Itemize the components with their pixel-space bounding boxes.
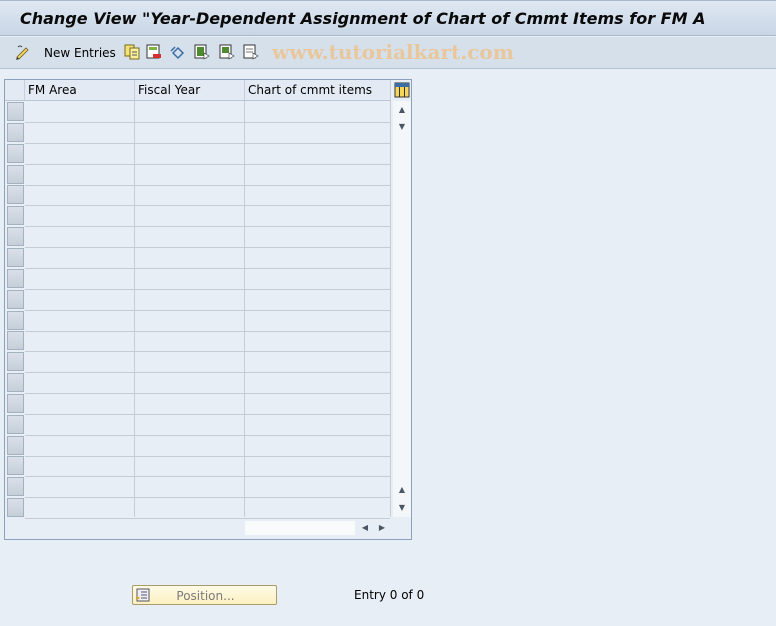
position-button[interactable]: Position... <box>132 585 277 605</box>
undo-change-icon[interactable] <box>170 44 186 60</box>
vertical-scrollbar[interactable]: ▲ ▼ ▲ ▼ <box>393 101 411 517</box>
table-row <box>25 497 390 499</box>
scroll-page-up-button[interactable]: ▲ <box>394 482 410 498</box>
table-row <box>25 184 390 186</box>
row-selector[interactable] <box>7 289 24 309</box>
table-settings-icon[interactable] <box>394 82 410 98</box>
row-selector[interactable] <box>7 122 24 142</box>
column-divider <box>390 101 391 517</box>
table-row <box>25 413 390 415</box>
horizontal-scrollbar[interactable] <box>245 521 355 535</box>
table-row <box>25 372 390 374</box>
table-row <box>25 309 390 311</box>
table-control: FM Area Fiscal Year Chart of cmmt items … <box>4 79 412 540</box>
row-selector[interactable] <box>7 227 24 247</box>
application-toolbar: New Entries www.tutorialkart.com <box>0 37 776 69</box>
delete-icon[interactable] <box>146 44 162 60</box>
row-selector[interactable] <box>7 143 24 163</box>
row-selector[interactable] <box>7 247 24 267</box>
row-selector[interactable] <box>7 456 24 476</box>
scroll-down-button[interactable]: ▼ <box>394 500 410 516</box>
row-selector[interactable] <box>7 414 24 434</box>
position-button-label: Position... <box>176 589 235 603</box>
table-row <box>25 226 390 228</box>
row-selector[interactable] <box>7 498 24 518</box>
table-row <box>25 393 390 395</box>
row-selector[interactable] <box>7 435 24 455</box>
table-row <box>25 205 390 207</box>
table-row <box>25 163 390 165</box>
scroll-right-button[interactable]: ▶ <box>375 521 389 535</box>
scroll-up-button[interactable]: ▲ <box>394 102 410 118</box>
row-selector[interactable] <box>7 477 24 497</box>
row-selector[interactable] <box>7 206 24 226</box>
watermark: www.tutorialkart.com <box>272 40 514 64</box>
column-divider <box>244 101 245 517</box>
column-divider <box>134 101 135 517</box>
row-selector[interactable] <box>7 393 24 413</box>
entry-status: Entry 0 of 0 <box>354 588 425 602</box>
select-all-header[interactable] <box>5 80 25 101</box>
row-selector[interactable] <box>7 310 24 330</box>
row-selector[interactable] <box>7 164 24 184</box>
table-row <box>25 247 390 249</box>
table-row <box>25 288 390 290</box>
row-selector[interactable] <box>7 352 24 372</box>
select-all-icon[interactable] <box>194 44 210 60</box>
column-header-fiscal-year[interactable]: Fiscal Year <box>135 80 245 101</box>
table-row <box>25 434 390 436</box>
table-row <box>25 351 390 353</box>
column-header-fm-area[interactable]: FM Area <box>25 80 135 101</box>
table-row <box>25 518 390 520</box>
new-entries-button[interactable]: New Entries <box>44 46 116 60</box>
scroll-page-down-button[interactable]: ▼ <box>394 119 410 135</box>
table-row <box>25 122 390 123</box>
column-header-chart-of-cmmt-items[interactable]: Chart of cmmt items <box>245 80 391 101</box>
table-row <box>25 142 390 144</box>
row-selector[interactable] <box>7 102 24 121</box>
copy-as-icon[interactable] <box>124 44 140 60</box>
change-display-icon[interactable] <box>15 44 31 60</box>
row-selector[interactable] <box>7 373 24 393</box>
row-selector[interactable] <box>7 268 24 288</box>
deselect-all-icon[interactable] <box>243 44 259 60</box>
select-block-icon[interactable] <box>219 44 235 60</box>
table-row <box>25 267 390 269</box>
row-selector[interactable] <box>7 331 24 351</box>
row-selector[interactable] <box>7 185 24 205</box>
page-title: Change View "Year-Dependent Assignment o… <box>20 9 706 28</box>
table-row <box>25 330 390 332</box>
title-bar: Change View "Year-Dependent Assignment o… <box>0 0 776 36</box>
table-row <box>25 455 390 457</box>
scroll-left-button[interactable]: ◀ <box>358 521 372 535</box>
table-row <box>25 476 390 478</box>
